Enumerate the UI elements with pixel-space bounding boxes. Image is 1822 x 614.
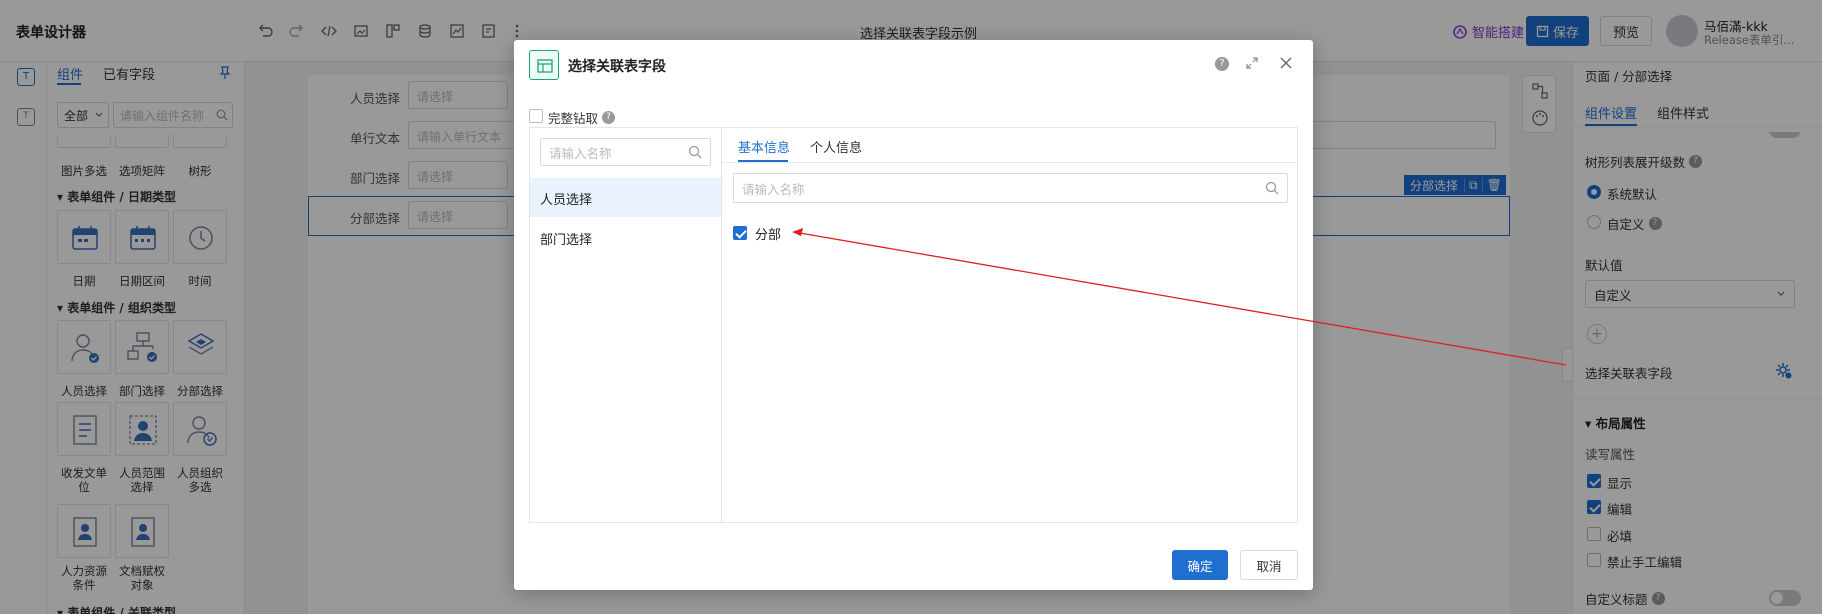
annotation-arrowhead	[792, 228, 803, 236]
annotation-line	[793, 231, 1567, 366]
annotation-arrow	[792, 228, 1567, 366]
